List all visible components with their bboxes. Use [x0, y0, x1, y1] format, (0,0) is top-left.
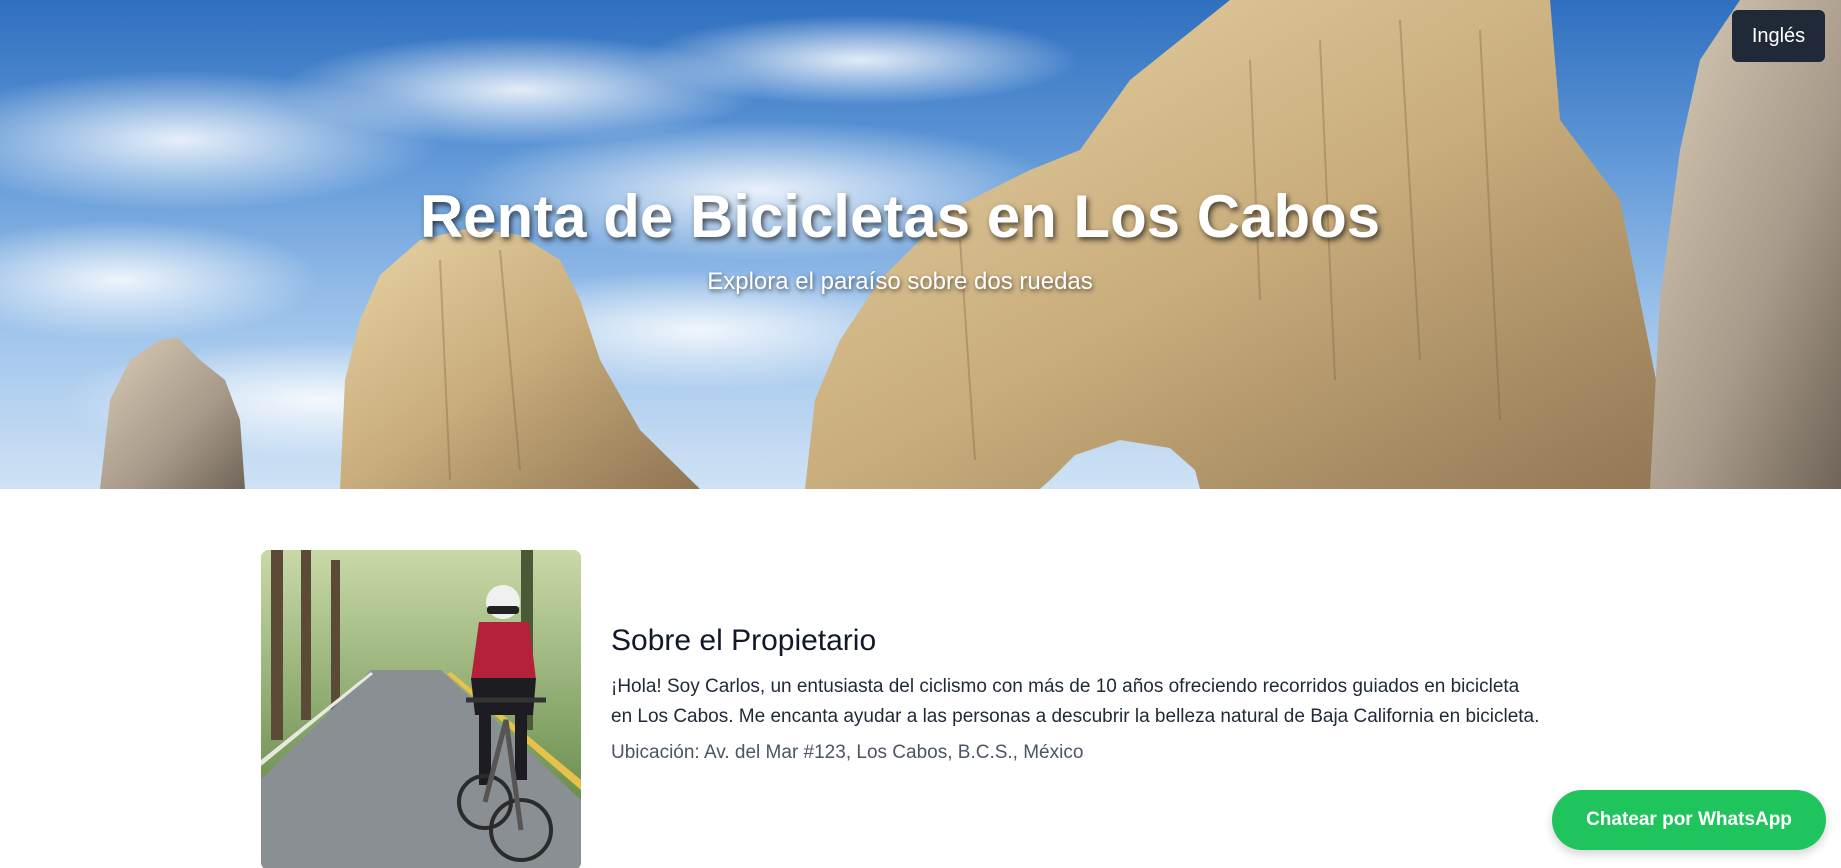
about-text-block: Sobre el Propietario ¡Hola! Soy Carlos, … — [611, 624, 1541, 764]
hero-subtitle: Explora el paraíso sobre dos ruedas — [707, 268, 1093, 295]
owner-location: Ubicación: Av. del Mar #123, Los Cabos, … — [611, 742, 1084, 763]
cyclist-illustration — [261, 550, 581, 868]
owner-cyclist-photo — [261, 550, 581, 868]
hero-title: Renta de Bicicletas en Los Cabos — [419, 183, 1381, 250]
language-toggle-button[interactable]: Inglés — [1732, 10, 1825, 62]
about-description: ¡Hola! Soy Carlos, un entusiasta del cic… — [611, 676, 1540, 727]
whatsapp-chat-button[interactable]: Chatear por WhatsApp — [1552, 790, 1826, 850]
about-heading: Sobre el Propietario — [611, 624, 877, 657]
hero-banner: Renta de Bicicletas en Los Cabos Explora… — [0, 0, 1841, 489]
